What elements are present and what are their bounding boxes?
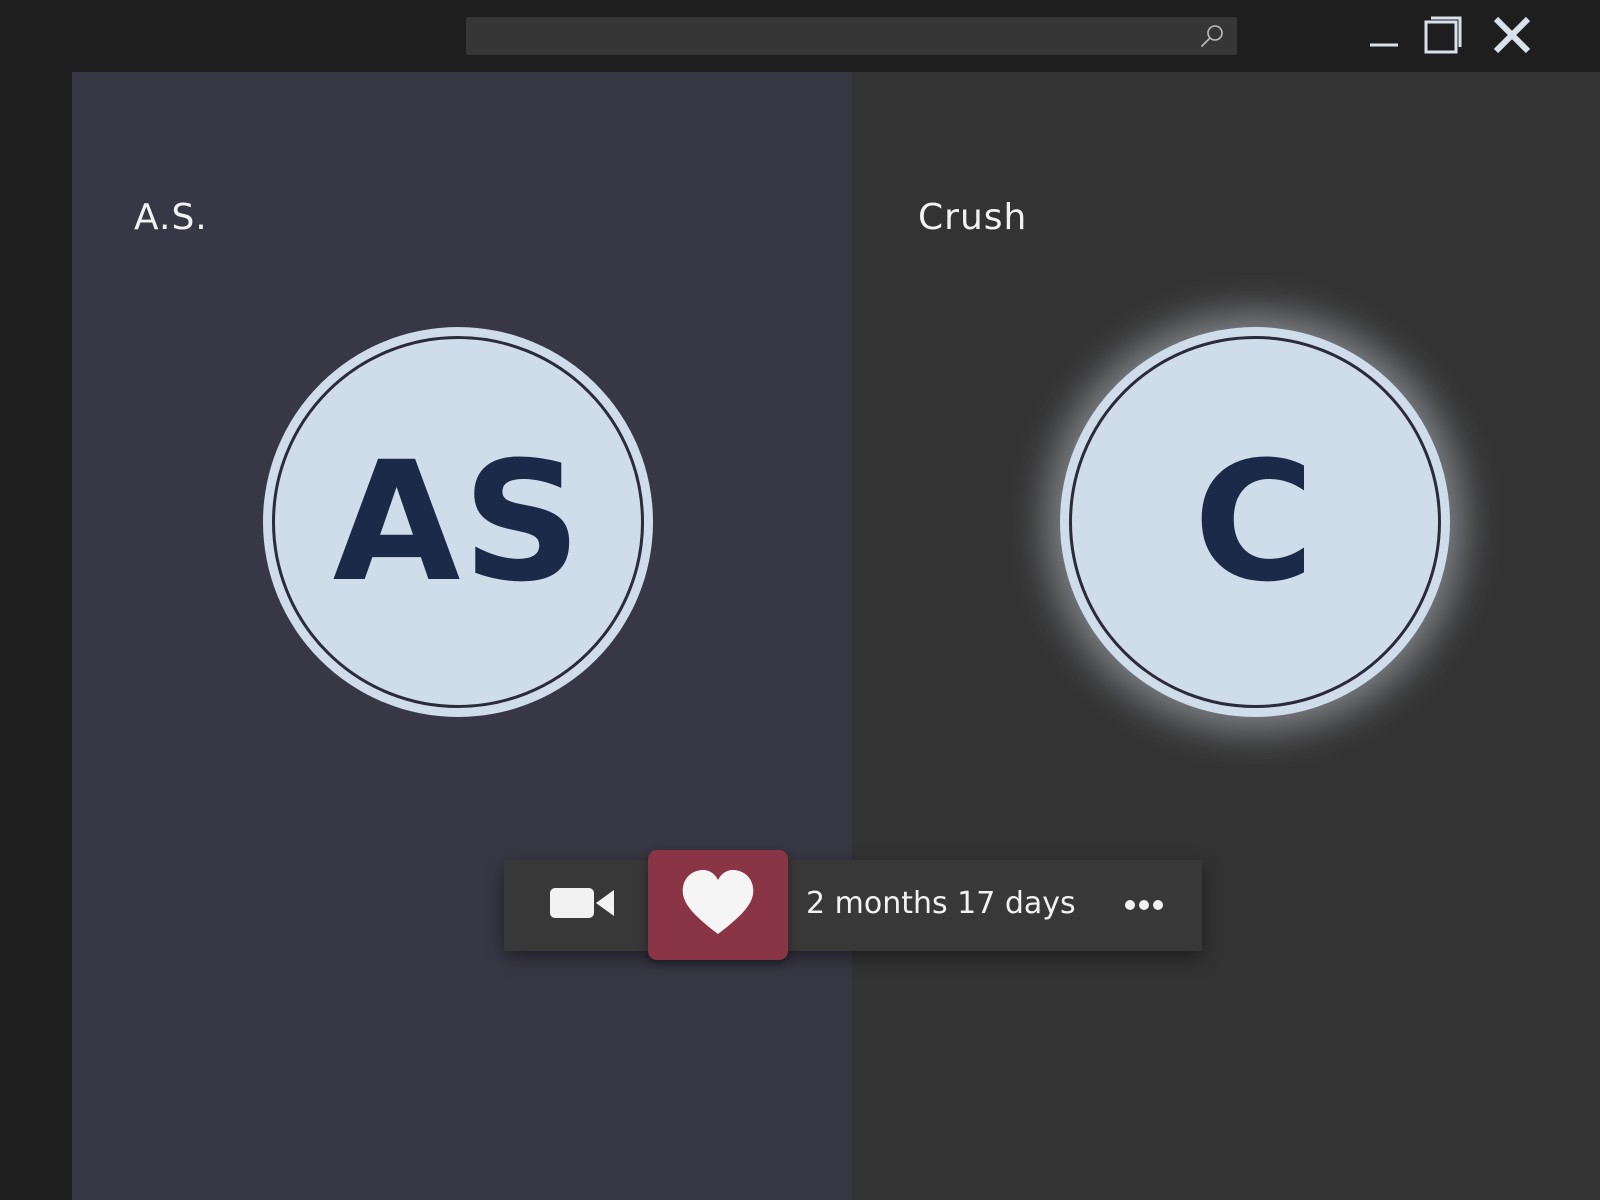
search-bar[interactable]	[466, 17, 1237, 57]
more-options-icon	[1123, 900, 1165, 910]
participant-name-right: Crush	[918, 197, 1028, 238]
video-camera-icon	[549, 883, 615, 927]
relationship-duration: 2 months 17 days	[806, 886, 1076, 921]
search-icon[interactable]	[1199, 23, 1225, 49]
avatar-initials-left: AS	[332, 425, 584, 618]
avatar-initials-right: C	[1193, 425, 1317, 618]
close-icon	[1492, 15, 1532, 59]
avatar-right[interactable]: C	[1069, 336, 1441, 708]
search-input[interactable]	[476, 17, 1180, 57]
more-options-button[interactable]	[1116, 884, 1172, 926]
participant-panel-right: Crush C	[852, 72, 1600, 1200]
heart-button[interactable]	[648, 850, 788, 960]
close-button[interactable]	[1487, 12, 1537, 62]
call-action-bar: 2 months 17 days	[504, 850, 1202, 960]
title-bar	[0, 0, 1600, 72]
minimize-button[interactable]	[1359, 12, 1409, 62]
avatar-left[interactable]: AS	[272, 336, 644, 708]
maximize-icon	[1423, 15, 1463, 59]
participant-panel-left: A.S. AS	[72, 72, 852, 1200]
heart-icon	[681, 870, 755, 940]
participant-name-left: A.S.	[134, 197, 208, 238]
minimize-icon	[1368, 19, 1400, 55]
video-call-button[interactable]	[544, 880, 620, 930]
maximize-button[interactable]	[1418, 12, 1468, 62]
